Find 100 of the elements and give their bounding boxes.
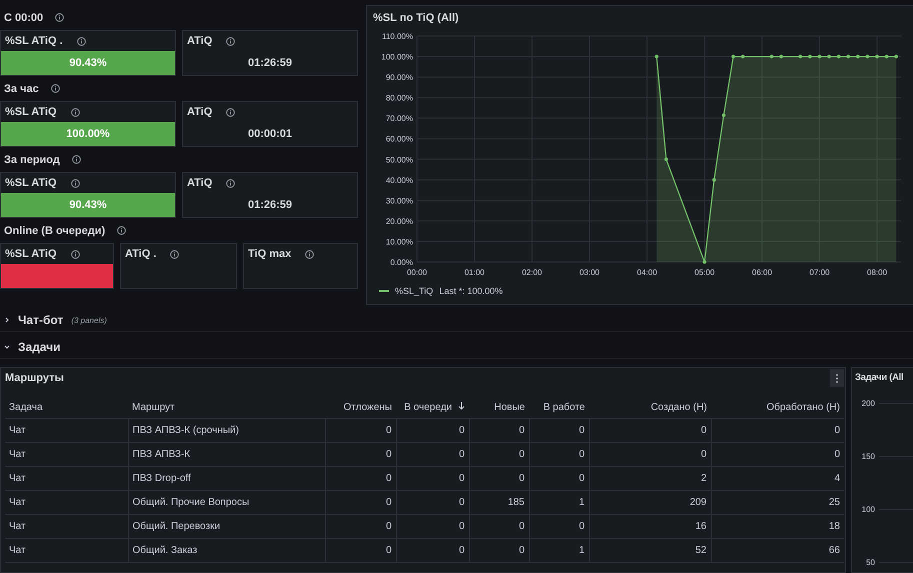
column-header[interactable]: Задача: [5, 396, 128, 418]
column-header[interactable]: Отложены: [325, 396, 396, 418]
table-cell: 0: [396, 490, 469, 514]
data-point: [856, 54, 860, 58]
data-point: [894, 54, 898, 58]
table-cell: 1: [529, 490, 589, 514]
stat-value-bar: 90.43%: [1, 193, 175, 217]
row-title[interactable]: Задачи: [18, 340, 61, 354]
table-cell: 0: [396, 442, 469, 466]
table-cell: 0: [396, 466, 469, 490]
table-cell: 0: [589, 442, 711, 466]
y-axis-label: 90.00%: [386, 73, 413, 82]
data-point: [654, 54, 658, 58]
section-title: С 00:00: [4, 12, 44, 24]
column-header[interactable]: Маршрут: [128, 396, 325, 418]
y-axis-label: 50.00%: [386, 155, 413, 164]
table-cell: 0: [325, 538, 396, 562]
panel-title: ATiQ .: [125, 248, 156, 260]
section-title: Online (В очереди): [4, 224, 106, 236]
column-header[interactable]: Новые: [469, 396, 529, 418]
table-cell: 0: [589, 418, 711, 442]
section-title: За час: [4, 82, 39, 94]
data-point: [846, 54, 850, 58]
row-title[interactable]: Чат-бот: [18, 313, 64, 327]
table-cell: 16: [589, 514, 711, 538]
y-axis-label: 10.00%: [386, 237, 413, 246]
y-axis-label: 20.00%: [386, 216, 413, 226]
sort-down-icon: [458, 402, 465, 410]
column-header[interactable]: В очереди: [396, 396, 469, 418]
table-cell: 0: [529, 442, 589, 466]
x-axis-label: 02:00: [522, 268, 542, 277]
info-icon[interactable]: [226, 108, 236, 116]
table-cell: 0: [396, 418, 469, 442]
y-axis-label: 110.00%: [382, 32, 413, 41]
table-cell: ПВЗ Drop-off: [128, 466, 325, 490]
info-icon[interactable]: [305, 250, 314, 258]
data-point: [818, 54, 822, 58]
info-icon[interactable]: [55, 13, 64, 22]
x-axis-label: 07:00: [810, 268, 830, 277]
chevron-down-icon[interactable]: [4, 344, 10, 350]
info-icon[interactable]: [50, 84, 60, 93]
panel-title: %SL ATiQ .: [5, 35, 63, 47]
table-cell: Общий. Заказ: [128, 538, 325, 562]
chevron-right-icon[interactable]: [4, 317, 10, 323]
info-icon[interactable]: [70, 250, 80, 258]
table-cell: 0: [529, 514, 589, 538]
column-header[interactable]: Создано (Н): [589, 396, 711, 418]
column-header[interactable]: Обработано (Н): [711, 396, 844, 418]
info-icon[interactable]: [70, 178, 80, 188]
info-icon[interactable]: [226, 36, 236, 46]
column-header[interactable]: В работе: [529, 396, 589, 418]
table-cell: 0: [469, 418, 529, 442]
table-cell: ПВЗ АПВЗ-К (срочный): [128, 418, 325, 442]
data-point: [866, 54, 870, 58]
table-cell: 0: [711, 418, 844, 442]
table-cell: 2: [589, 466, 711, 490]
table-cell: 0: [469, 514, 529, 538]
y-axis-label: 50: [865, 558, 875, 567]
data-point: [884, 54, 888, 58]
info-icon[interactable]: [226, 178, 236, 188]
info-icon[interactable]: [76, 36, 86, 46]
table-cell: 18: [711, 514, 844, 538]
stat-value-bar: 100.00%: [1, 122, 175, 146]
x-axis-label: 04:00: [637, 268, 658, 277]
stat-value: 01:26:59: [248, 199, 292, 211]
table-cell: 0: [469, 442, 529, 466]
y-axis-label: 100.00%: [381, 52, 413, 62]
info-icon[interactable]: [170, 250, 180, 258]
data-point: [741, 54, 745, 58]
y-axis-label: 70.00%: [386, 114, 413, 124]
info-icon[interactable]: [70, 108, 80, 116]
table-cell: 0: [325, 514, 396, 538]
y-axis-label: 40.00%: [386, 176, 413, 185]
table-cell: Чат: [5, 418, 128, 442]
menu-button[interactable]: [830, 369, 844, 387]
table-cell: 52: [589, 538, 711, 562]
info-icon[interactable]: [72, 155, 81, 164]
table-cell: 0: [325, 418, 396, 442]
table-cell: 0: [529, 466, 589, 490]
info-icon[interactable]: [117, 226, 126, 235]
table-cell: Чат: [5, 538, 128, 562]
stat-value-bar: 90.43%: [1, 51, 175, 75]
table-cell: 0: [711, 442, 844, 466]
x-axis-label: 05:00: [694, 268, 715, 277]
section-title: За период: [4, 154, 60, 166]
table-cell: 209: [589, 490, 711, 514]
table-cell: 0: [529, 418, 589, 442]
panel-title: Задачи (All: [855, 372, 904, 383]
x-axis-label: 01:00: [464, 268, 485, 277]
panel-title: %SL ATiQ: [5, 106, 57, 118]
stat-value: 00:00:01: [248, 128, 292, 140]
table-cell: Общий. Перевозки: [128, 514, 325, 538]
table-cell: Чат: [5, 490, 128, 514]
panel-title: %SL ATiQ: [5, 248, 57, 260]
legend-label[interactable]: %SL_TiQ: [395, 286, 434, 296]
data-point: [827, 54, 831, 58]
y-axis-label: 150: [860, 452, 875, 461]
x-axis-label: 06:00: [752, 268, 772, 277]
table-cell: 0: [325, 442, 396, 466]
y-axis-label: 200: [860, 399, 875, 408]
